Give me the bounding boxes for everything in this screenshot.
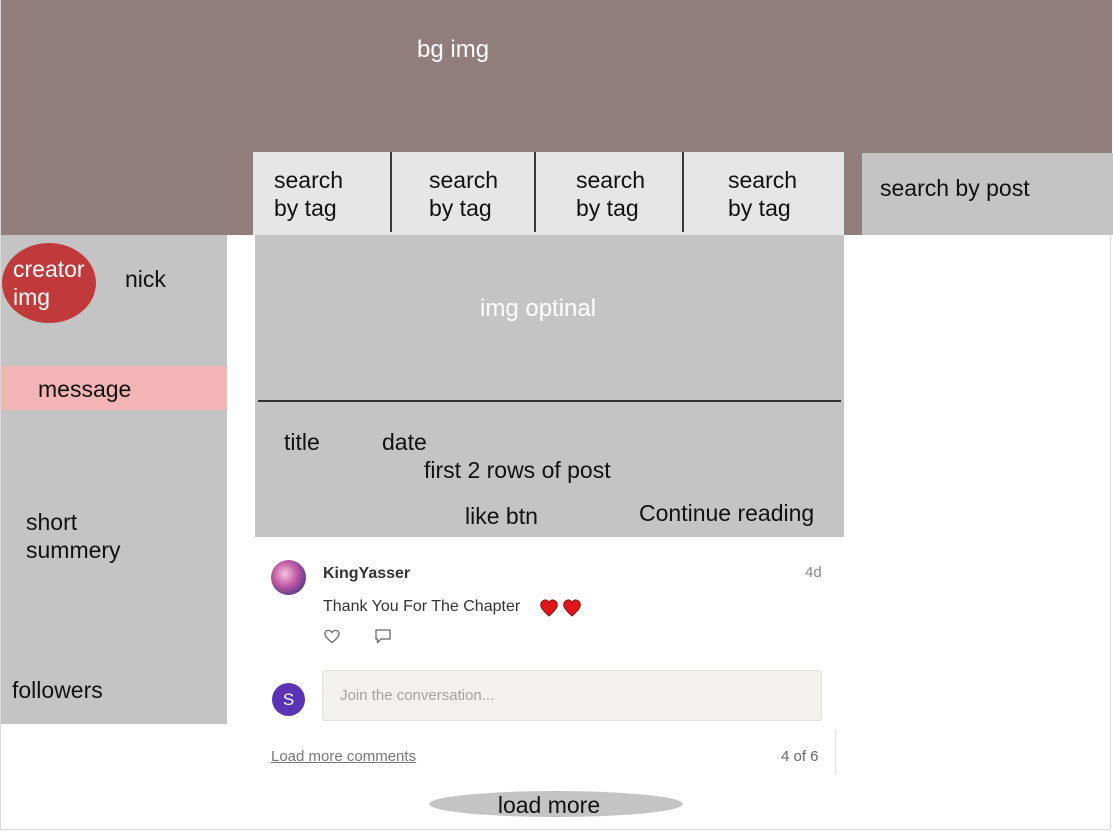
tag-search-label: by tag	[429, 195, 492, 221]
tag-search-label: search	[728, 167, 798, 193]
pager-divider	[835, 730, 836, 774]
tag-divider	[534, 152, 536, 232]
tag-divider	[390, 152, 392, 232]
tag-search-1[interactable]: search by tag	[274, 166, 343, 222]
creator-nick: nick	[125, 266, 166, 292]
tag-search-label: search	[576, 167, 646, 193]
post-image-placeholder: img optinal	[480, 295, 597, 322]
followers-link[interactable]: followers	[12, 677, 103, 704]
like-button[interactable]: like btn	[465, 503, 538, 530]
commenter-avatar[interactable]	[271, 560, 306, 595]
creator-avatar[interactable]: creator img	[2, 243, 96, 323]
comment-time: 4d	[805, 564, 822, 581]
message-button-label: message	[38, 376, 132, 402]
post-search-label: search by post	[880, 175, 1030, 201]
current-user-avatar[interactable]: S	[272, 683, 305, 716]
summary-line: short	[26, 509, 78, 535]
tag-search-4[interactable]: search by tag	[728, 166, 797, 222]
tag-search-label: by tag	[728, 195, 791, 221]
creator-avatar-line: creator	[13, 256, 85, 282]
header-bg-label: bg img	[417, 36, 490, 63]
red-heart-emoji-icon	[539, 598, 583, 623]
tag-search-bar: search by tag search by tag search by ta…	[253, 152, 844, 235]
post-date: date	[382, 429, 427, 455]
post-search-button[interactable]: search by post	[862, 153, 1113, 235]
creator-summary: short summery	[26, 508, 166, 564]
creator-avatar-line: img	[13, 284, 51, 310]
tag-search-3[interactable]: search by tag	[576, 166, 645, 222]
message-button[interactable]: message	[1, 366, 227, 410]
comment-input[interactable]	[323, 671, 821, 720]
tag-search-label: search	[429, 167, 499, 193]
comment-author[interactable]: KingYasser	[323, 565, 410, 583]
continue-reading-link[interactable]: Continue reading	[639, 500, 814, 527]
comment-text: Thank You For The Chapter	[323, 598, 521, 615]
tag-divider	[682, 152, 684, 232]
load-more-button[interactable]: load more	[429, 791, 683, 818]
comment-composer	[322, 670, 822, 721]
post-title[interactable]: title	[284, 429, 320, 456]
load-more-comments-link[interactable]: Load more comments	[271, 748, 416, 765]
tag-search-label: by tag	[576, 195, 639, 221]
load-more-label: load more	[497, 792, 601, 818]
tag-search-2[interactable]: search by tag	[429, 166, 498, 222]
creator-avatar-label: creator img	[13, 255, 103, 311]
reply-icon[interactable]	[374, 628, 392, 650]
tag-search-label: search	[274, 167, 344, 193]
post-preview: first 2 rows of post	[424, 457, 611, 483]
post-divider	[258, 400, 841, 402]
tag-search-label: by tag	[274, 195, 337, 221]
heart-icon[interactable]	[323, 628, 341, 649]
comment-pager: 4 of 6	[781, 748, 819, 765]
summary-line: summery	[26, 537, 121, 563]
creator-sidebar: creator img nick message short summery f…	[1, 235, 227, 724]
post-card: img optinal title date first 2 rows of p…	[255, 235, 844, 537]
